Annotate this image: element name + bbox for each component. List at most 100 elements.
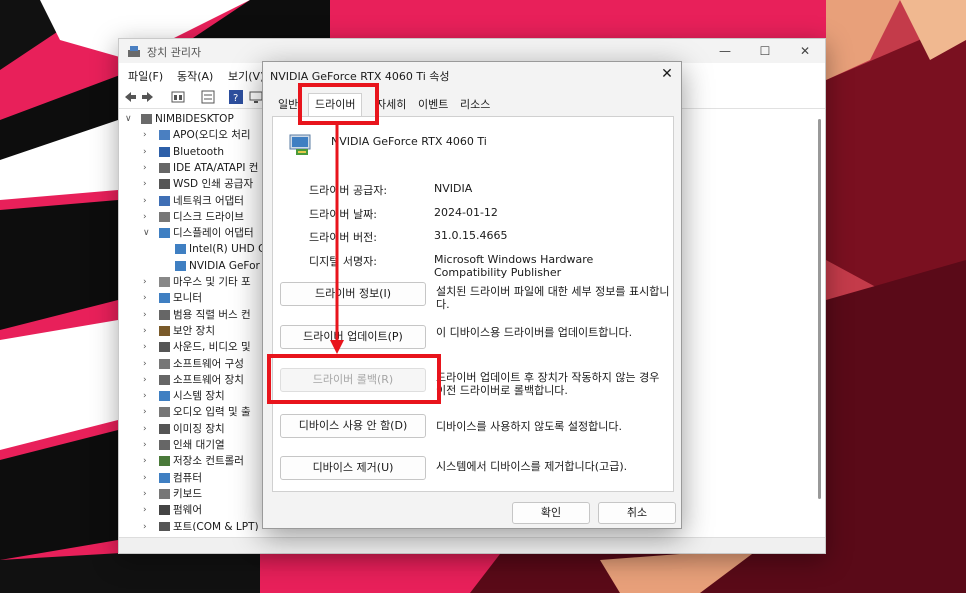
menu-view[interactable]: 보기(V) <box>228 68 264 84</box>
device-category-icon <box>159 325 170 336</box>
status-bar <box>119 537 825 553</box>
uninstall-device-desc: 시스템에서 디바이스를 제거합니다(고급). <box>436 460 628 473</box>
forward-icon[interactable] <box>141 90 155 104</box>
close-window-button[interactable]: ✕ <box>785 41 825 61</box>
roll-back-highlight <box>267 354 441 404</box>
device-category-icon <box>141 114 152 124</box>
tree-item-label: 네트워크 어댑터 <box>173 194 244 207</box>
chevron-right-icon[interactable]: › <box>143 193 151 209</box>
tree-item-label: Intel(R) UHD G <box>189 243 265 256</box>
chevron-right-icon[interactable]: › <box>143 404 151 420</box>
driver-details-desc: 설치된 드라이버 파일에 대한 세부 정보를 표시합니다. <box>436 285 670 311</box>
tree-item-label: 마우스 및 기타 포 <box>173 276 251 288</box>
chevron-right-icon[interactable]: › <box>143 160 151 176</box>
minimize-button[interactable]: — <box>705 41 745 61</box>
tree-item-label: 오디오 입력 및 출 <box>173 406 251 419</box>
disable-device-desc: 디바이스를 사용하지 않도록 설정합니다. <box>436 420 623 433</box>
device-name: NVIDIA GeForce RTX 4060 Ti <box>331 135 487 148</box>
chevron-right-icon[interactable]: › <box>143 437 151 453</box>
device-category-icon <box>159 521 170 531</box>
vertical-scrollbar[interactable] <box>818 119 821 499</box>
device-category-icon <box>159 228 170 239</box>
chevron-right-icon[interactable]: › <box>143 209 151 225</box>
device-manager-title-bar[interactable]: 장치 관리자 — ☐ ✕ <box>119 39 825 63</box>
device-category-icon <box>159 179 170 190</box>
device-category-icon <box>175 244 186 255</box>
chevron-right-icon[interactable]: › <box>143 502 151 518</box>
device-category-icon <box>159 423 170 434</box>
tab-resources[interactable]: 리소스 <box>457 96 493 116</box>
tree-item-label: 사운드, 비디오 및 <box>173 341 251 354</box>
tree-item-label: 모니터 <box>173 292 202 305</box>
device-tree: ∨ NIMBIDESKTOP › APO(오디오 처리 › Bluetooth › IDE A… <box>119 111 265 531</box>
ok-button[interactable]: 확인 <box>512 502 590 524</box>
chevron-right-icon[interactable]: › <box>143 486 151 502</box>
list-view-icon[interactable] <box>201 90 215 104</box>
device-category-icon <box>159 472 170 483</box>
menu-file[interactable]: 파일(F) <box>128 68 163 84</box>
chevron-right-icon[interactable]: › <box>143 127 151 143</box>
chevron-down-icon[interactable]: ∨ <box>125 111 133 127</box>
chevron-right-icon[interactable]: › <box>143 372 151 388</box>
chevron-right-icon[interactable]: › <box>143 307 151 323</box>
uninstall-device-button[interactable]: 디바이스 제거(U) <box>280 456 426 480</box>
device-category-icon <box>159 342 170 353</box>
roll-back-driver-desc: 드라이버 업데이트 후 장치가 작동하지 않는 경우 이전 드라이버로 롤백합니… <box>436 371 660 397</box>
help-icon[interactable]: ? <box>229 90 243 104</box>
chevron-right-icon[interactable]: › <box>143 453 151 469</box>
device-category-icon <box>159 505 170 516</box>
driver-provider-label: 드라이버 공급자: <box>309 184 388 197</box>
properties-dialog: NVIDIA GeForce RTX 4060 Ti 속성 ✕ 일반 드라이버 … <box>262 61 682 529</box>
update-driver-button[interactable]: 드라이버 업데이트(P) <box>280 325 426 349</box>
chevron-right-icon[interactable]: › <box>143 290 151 306</box>
back-icon[interactable] <box>123 90 137 104</box>
tree-item-label: 펌웨어 <box>173 504 202 517</box>
device-category-icon <box>159 309 170 320</box>
device-category-icon <box>175 260 186 271</box>
tree-item-label: 인쇄 대기열 <box>173 439 225 451</box>
device-category-icon <box>159 162 170 173</box>
menu-action[interactable]: 동작(A) <box>177 68 213 84</box>
device-category-icon <box>159 277 170 287</box>
chevron-right-icon[interactable]: › <box>143 176 151 192</box>
driver-tab-panel: NVIDIA GeForce RTX 4060 Ti 드라이버 공급자: NVI… <box>272 116 674 492</box>
device-manager-icon <box>128 46 140 57</box>
chevron-right-icon[interactable]: › <box>143 519 151 532</box>
chevron-right-icon[interactable]: › <box>143 274 151 290</box>
svg-text:?: ? <box>233 93 238 104</box>
device-category-icon <box>159 293 170 304</box>
device-category-icon <box>159 456 170 467</box>
driver-date-value: 2024-01-12 <box>434 206 498 219</box>
tree-item-label: 디스크 드라이브 <box>173 210 244 223</box>
dialog-close-button[interactable]: ✕ <box>659 66 675 82</box>
disable-device-button[interactable]: 디바이스 사용 안 함(D) <box>280 414 426 438</box>
tree-item-label: 저장소 컨트롤러 <box>173 455 244 468</box>
tab-events[interactable]: 이벤트 <box>415 96 451 116</box>
tree-item-label: WSD 인쇄 공급자 <box>173 178 254 191</box>
device-category-icon <box>159 488 170 499</box>
properties-view-icon[interactable] <box>171 90 185 104</box>
display-adapter-icon <box>289 134 311 155</box>
digital-signer-label: 디지털 서명자: <box>309 255 377 268</box>
tree-item-label: IDE ATA/ATAPI 컨 <box>173 161 259 174</box>
tree-item-label: 시스템 장치 <box>173 390 225 403</box>
chevron-right-icon[interactable]: › <box>143 356 151 372</box>
tree-item-label: 보안 장치 <box>173 324 215 337</box>
chevron-right-icon[interactable]: › <box>143 339 151 355</box>
tree-item-label: 디스플레이 어댑터 <box>173 227 254 240</box>
cancel-button[interactable]: 취소 <box>598 502 676 524</box>
chevron-right-icon[interactable]: › <box>143 388 151 404</box>
chevron-right-icon[interactable]: › <box>143 470 151 486</box>
maximize-button[interactable]: ☐ <box>745 41 785 61</box>
chevron-right-icon[interactable]: › <box>143 323 151 339</box>
monitor-view-icon[interactable] <box>249 90 263 104</box>
chevron-down-icon[interactable]: ∨ <box>143 225 151 241</box>
chevron-right-icon[interactable]: › <box>143 144 151 160</box>
device-category-icon <box>159 407 170 418</box>
chevron-right-icon[interactable]: › <box>143 421 151 437</box>
driver-details-button[interactable]: 드라이버 정보(I) <box>280 282 426 306</box>
tree-item-label: 이미징 장치 <box>173 422 225 435</box>
tree-item-label: NIMBIDESKTOP <box>155 113 234 125</box>
device-category-icon <box>159 211 170 222</box>
driver-tab-highlight <box>298 83 379 125</box>
